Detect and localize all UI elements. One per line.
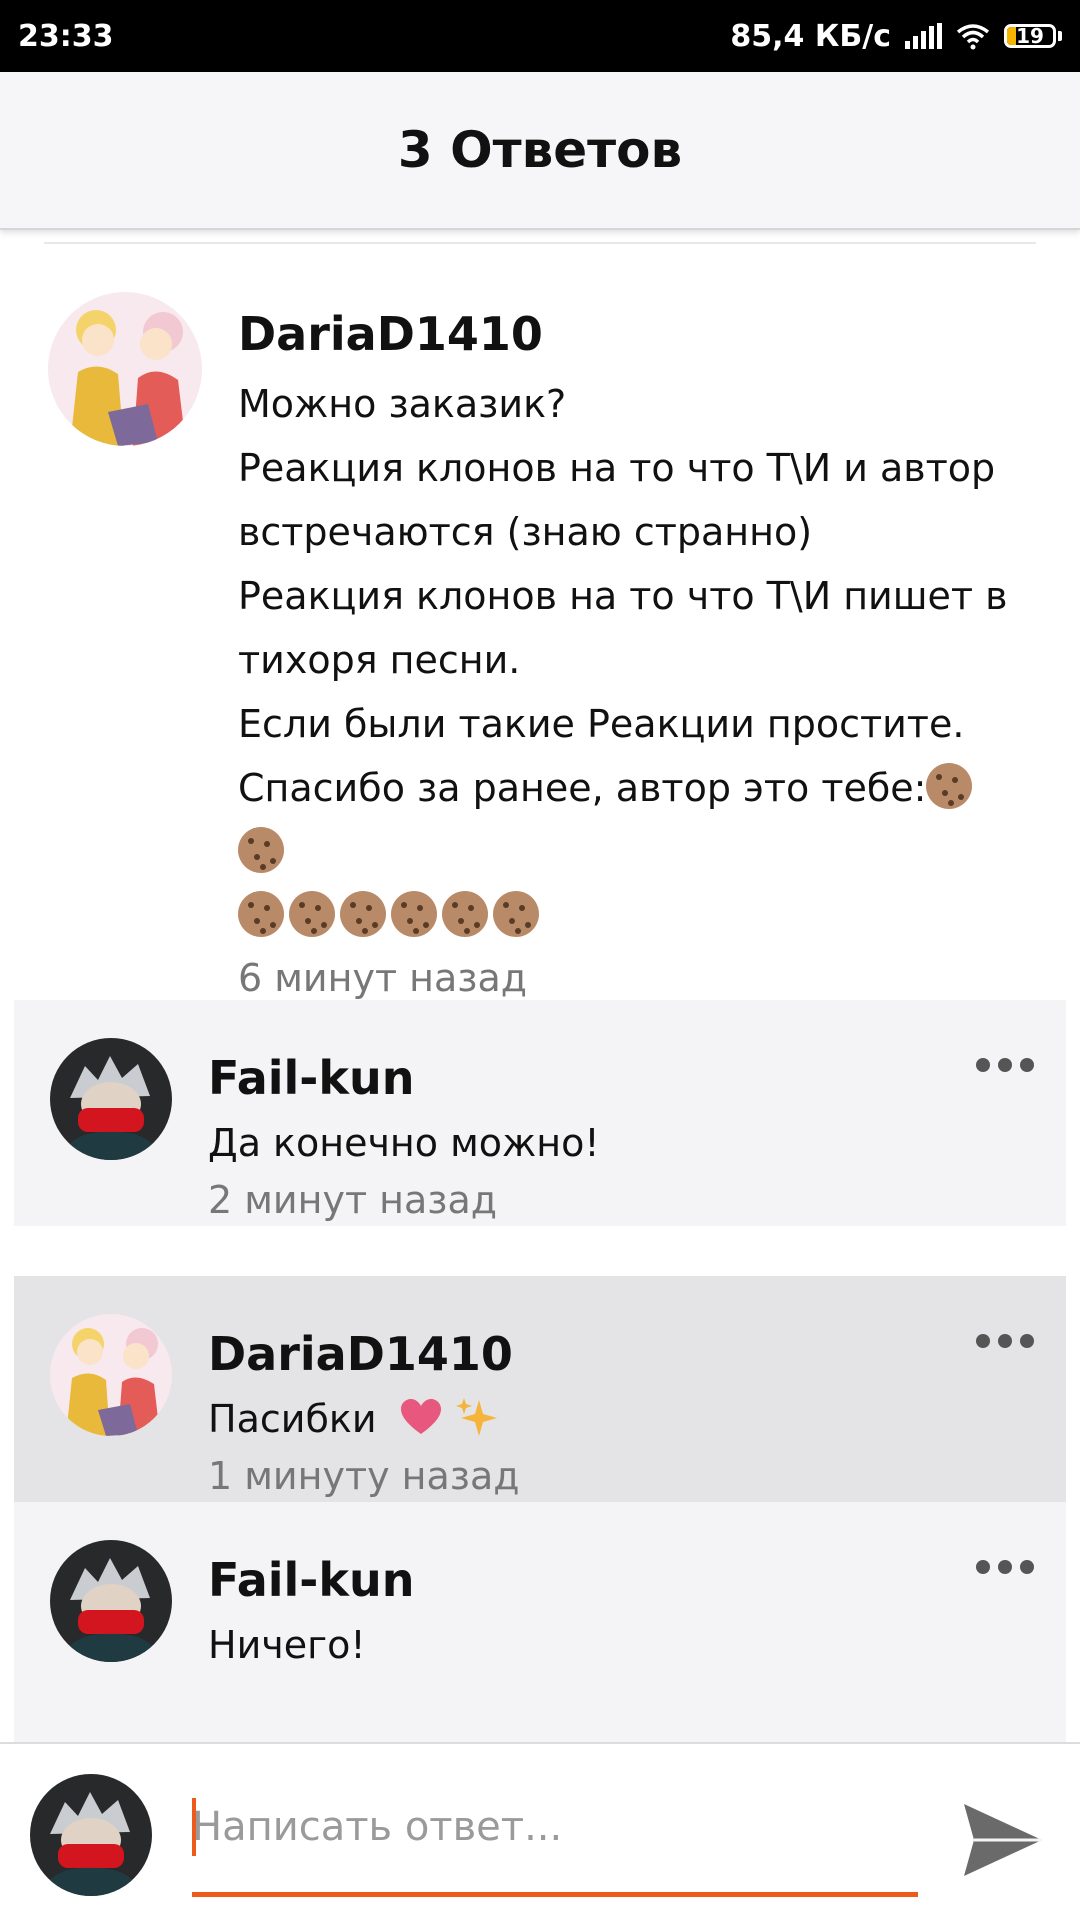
cookie-emoji (442, 891, 488, 937)
heart-emoji (400, 1399, 441, 1434)
comment-text: Можно заказик? Реакция клонов на то что … (238, 372, 1028, 948)
reply-text: Да конечно можно! (208, 1121, 600, 1165)
avatar[interactable] (50, 1038, 172, 1160)
reply-author[interactable]: Fail-kun (208, 1050, 968, 1106)
reply-author[interactable]: Fail-kun (208, 1552, 968, 1608)
sparkles-emoji (455, 1398, 497, 1436)
cookie-emoji (340, 891, 386, 937)
reply-time: 2 минут назад (208, 1178, 498, 1222)
avatar[interactable] (48, 292, 202, 446)
battery-level: 19 (1016, 24, 1044, 48)
comment-text-content: Можно заказик? Реакция клонов на то что … (238, 382, 1008, 810)
status-time: 23:33 (18, 18, 114, 54)
reply-input[interactable] (192, 1796, 918, 1858)
more-horizontal-icon[interactable] (976, 1334, 1034, 1348)
status-indicators: 85,4 КБ/с 19 (730, 19, 1062, 54)
cookie-emoji (289, 891, 335, 937)
reply-text: Пасибки (208, 1392, 968, 1446)
avatar[interactable] (50, 1314, 172, 1436)
cookie-emoji (926, 763, 973, 809)
replies-header: 3 Ответов (0, 72, 1080, 230)
cookie-emoji (238, 891, 284, 937)
signal-icon (905, 23, 942, 49)
reply-text: Ничего! (208, 1623, 366, 1667)
wifi-icon (956, 24, 990, 50)
avatar[interactable] (50, 1540, 172, 1662)
divider (44, 242, 1036, 244)
reply-item: DariaD1410 Пасибки 1 минуту назад (14, 1276, 1066, 1502)
network-speed: 85,4 КБ/с (730, 18, 891, 54)
status-bar: 23:33 85,4 КБ/с 19 (0, 0, 1080, 72)
reply-item: Fail-kun Да конечно можно! 2 минут назад (14, 1000, 1066, 1226)
main-comment: DariaD1410 Можно заказик? Реакция клонов… (0, 246, 1080, 1000)
reply-author[interactable]: DariaD1410 (208, 1326, 968, 1382)
comment-author[interactable]: DariaD1410 (238, 306, 1028, 362)
reply-item: Fail-kun Ничего! (14, 1502, 1066, 1742)
cookie-emoji (391, 891, 437, 937)
page-title: 3 Ответов (397, 121, 683, 179)
reply-time: 1 минуту назад (208, 1454, 520, 1498)
reply-input-bar (0, 1742, 1080, 1922)
comment-time: 6 минут назад (238, 956, 528, 1000)
cookie-emoji (238, 827, 284, 873)
battery-icon: 19 (1004, 24, 1062, 48)
reply-text-content: Пасибки (208, 1397, 377, 1441)
more-horizontal-icon[interactable] (976, 1058, 1034, 1072)
avatar[interactable] (30, 1774, 152, 1896)
send-icon[interactable] (960, 1800, 1046, 1880)
cookie-emoji (493, 891, 539, 937)
input-underline (192, 1892, 918, 1897)
more-horizontal-icon[interactable] (976, 1560, 1034, 1574)
replies-thread[interactable]: DariaD1410 Можно заказик? Реакция клонов… (0, 232, 1080, 1742)
